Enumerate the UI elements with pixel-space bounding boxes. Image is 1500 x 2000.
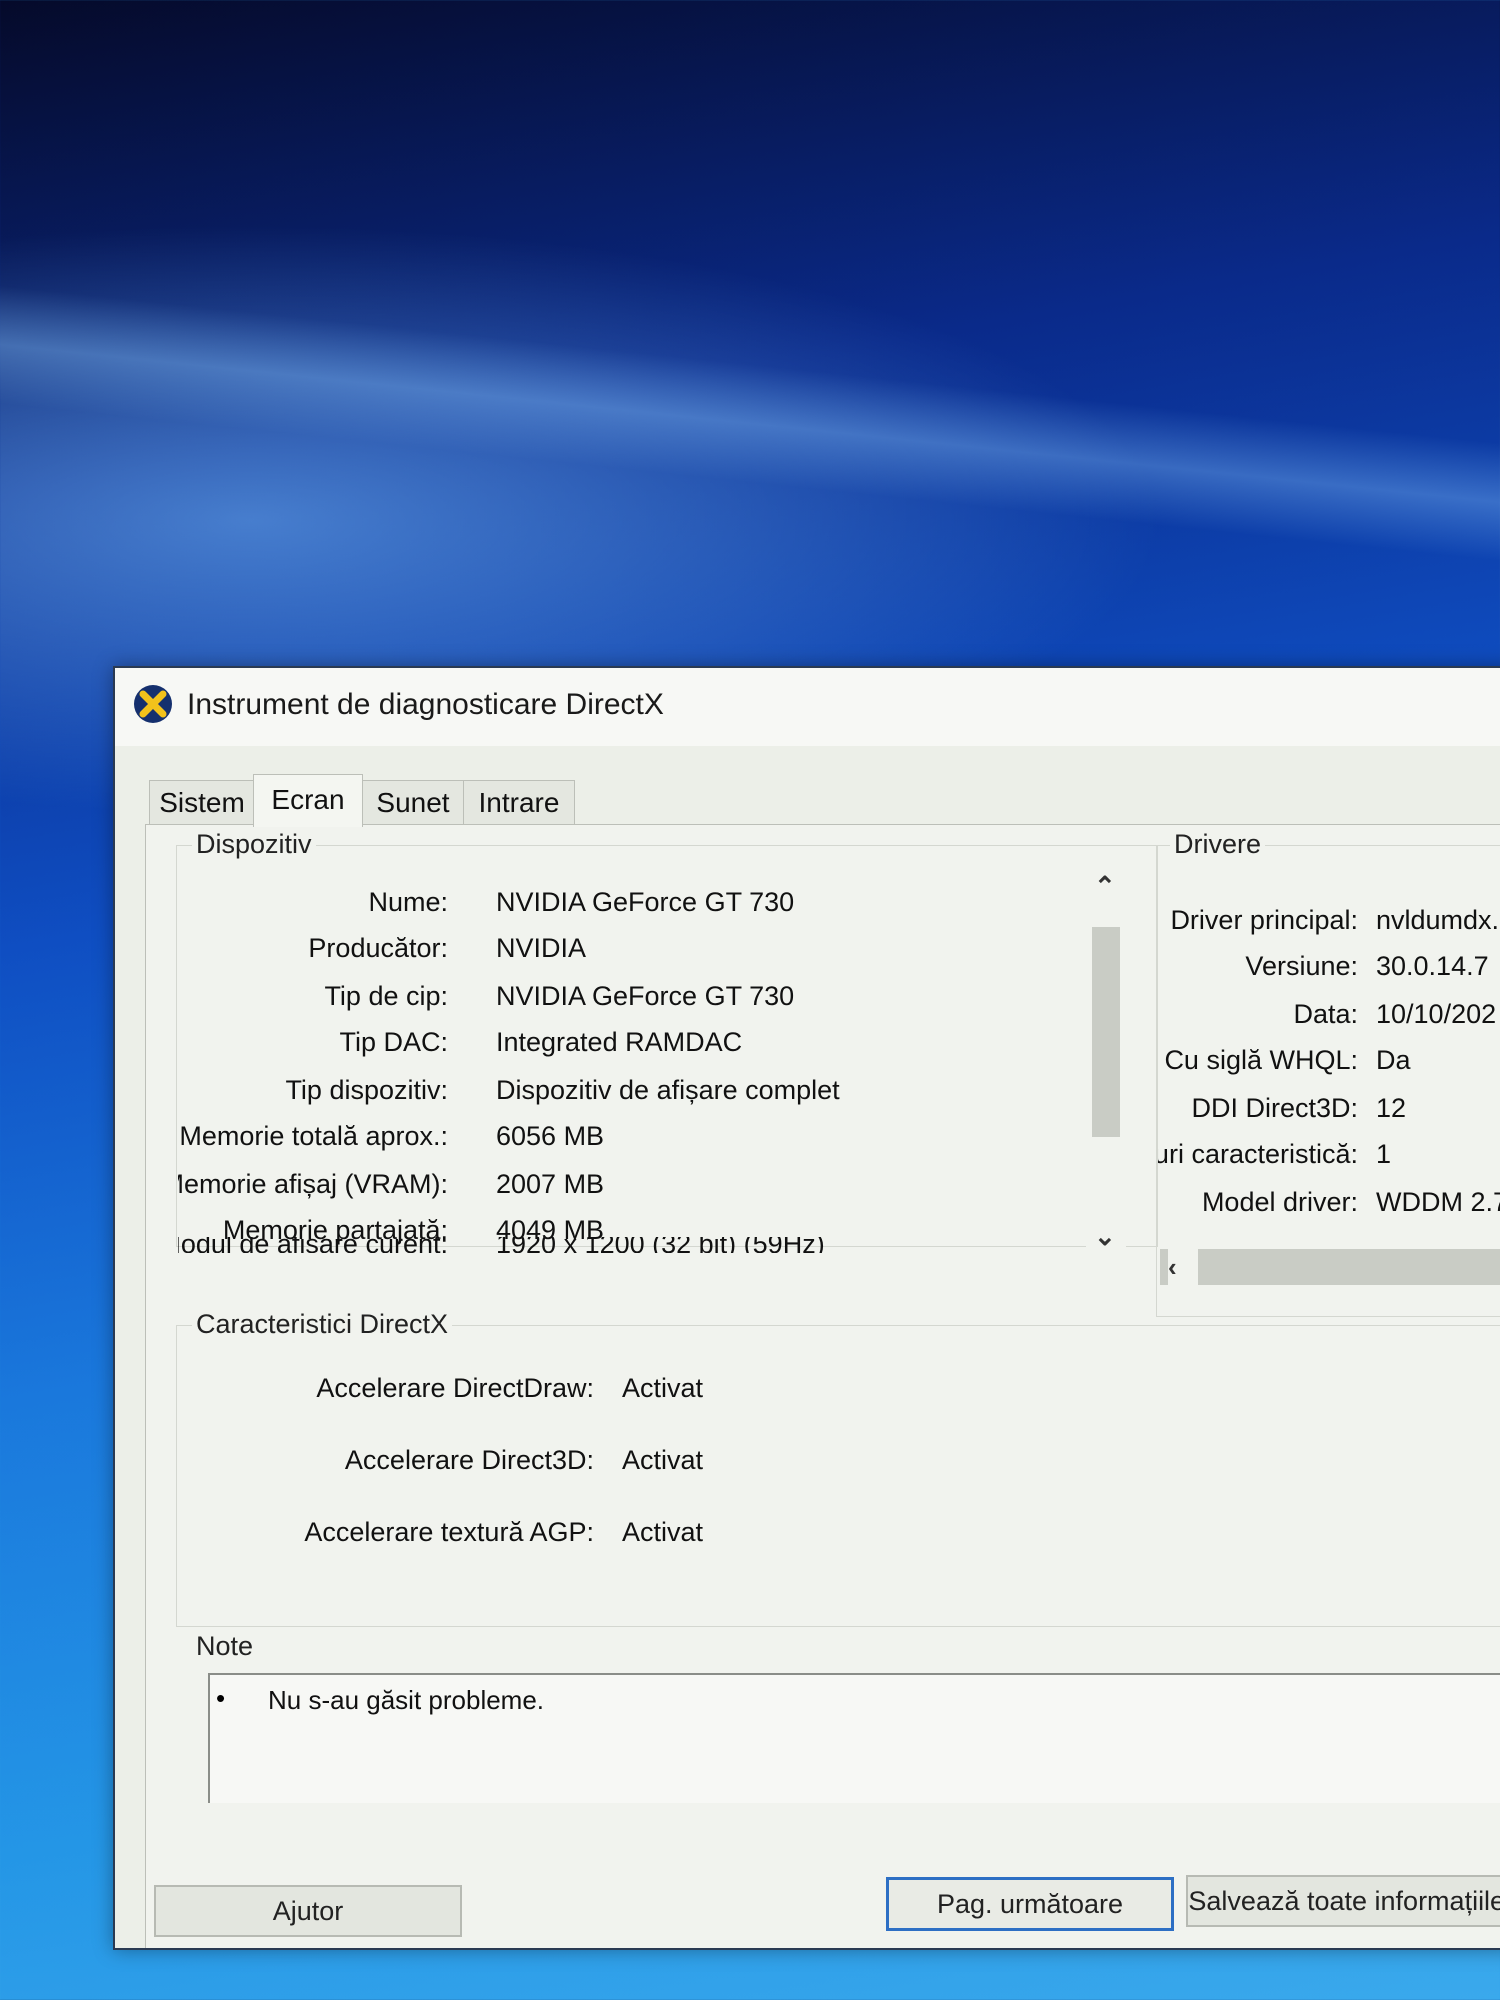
- device-group-label: Dispozitiv: [192, 829, 316, 860]
- chevron-left-icon[interactable]: ‹: [1168, 1249, 1198, 1285]
- device-scrollbar[interactable]: ⌃ ⌄: [1086, 871, 1126, 1255]
- directx-features-group-frame: [176, 1325, 1500, 1627]
- chevron-down-icon[interactable]: ⌄: [1094, 1221, 1116, 1252]
- note-item: Nu s-au găsit probleme.: [268, 1685, 545, 1715]
- tab-ecran[interactable]: Ecran: [253, 774, 363, 827]
- drivers-info-list: Driver principal: nvldumdx. Versiune: 30…: [1158, 905, 1500, 1217]
- drivers-hscrollbar[interactable]: ‹: [1160, 1249, 1500, 1285]
- tab-panel-ecran: Dispozitiv Nume: NVIDIA GeForce GT 730 P…: [145, 824, 1500, 1948]
- drivers-group-label: Drivere: [1170, 829, 1266, 860]
- device-info-list: Nume: NVIDIA GeForce GT 730 Producător: …: [178, 887, 840, 1245]
- device-scroll-thumb[interactable]: [1092, 927, 1120, 1137]
- device-row-display-mode-clip: Modul de afișare curent: 1920 x 1200 (32…: [178, 1237, 825, 1253]
- notes-box[interactable]: • Nu s-au găsit probleme.: [208, 1673, 1500, 1803]
- help-button[interactable]: Ajutor: [154, 1885, 462, 1937]
- directx-features-group-label: Caracteristici DirectX: [192, 1309, 453, 1340]
- tab-sistem[interactable]: Sistem: [149, 780, 255, 825]
- title-bar[interactable]: Instrument de diagnosticare DirectX: [115, 668, 1500, 746]
- directx-icon: [134, 685, 172, 723]
- save-all-button[interactable]: Salvează toate informațiile...: [1186, 1875, 1500, 1927]
- notes-group-label: Note: [192, 1631, 258, 1662]
- bullet-icon: •: [216, 1683, 226, 1713]
- dxdiag-window[interactable]: Instrument de diagnosticare DirectX Sist…: [113, 666, 1500, 1950]
- tab-sunet[interactable]: Sunet: [361, 780, 465, 825]
- tab-intrare[interactable]: Intrare: [463, 780, 575, 825]
- desktop-wallpaper-glow: [0, 169, 1500, 691]
- next-page-button[interactable]: Pag. următoare: [886, 1877, 1174, 1931]
- window-title: Instrument de diagnosticare DirectX: [187, 688, 664, 721]
- chevron-up-icon[interactable]: ⌃: [1094, 871, 1116, 902]
